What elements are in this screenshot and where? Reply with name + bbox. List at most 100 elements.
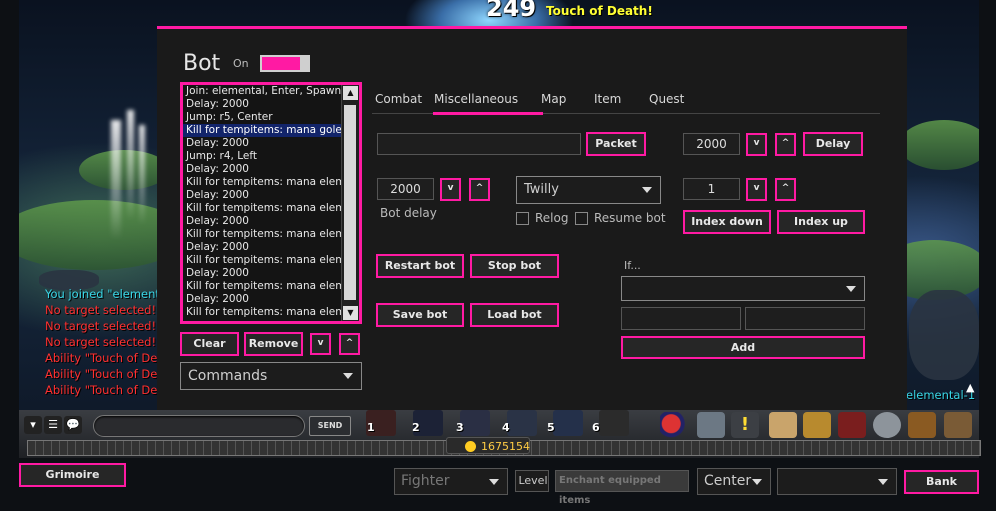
- tab-miscellaneous[interactable]: Miscellaneous: [434, 92, 518, 106]
- inventory-icon[interactable]: [697, 412, 725, 438]
- skill-slot-5[interactable]: [553, 410, 583, 436]
- resume-bot-checkbox[interactable]: [575, 212, 588, 225]
- scroll-down-arrow-icon[interactable]: ▼: [343, 306, 358, 320]
- command-item[interactable]: Kill for tempitems: mana eleme: [183, 228, 344, 241]
- enchant-equipped-button[interactable]: Enchant equipped items: [555, 470, 689, 506]
- command-item[interactable]: Delay: 2000: [183, 98, 344, 111]
- quest-icon[interactable]: !: [731, 412, 759, 438]
- command-item[interactable]: Kill for tempitems: mana eleme: [183, 280, 344, 293]
- command-list[interactable]: Join: elemental, Enter, Spawn Delay: 2000…: [180, 82, 362, 324]
- class-select[interactable]: Fighter: [394, 468, 508, 495]
- command-item[interactable]: Jump: r5, Center: [183, 111, 344, 124]
- chat-line: Ability "Touch of Dea: [45, 351, 160, 365]
- chat-log: You joined "element No target selected! …: [45, 286, 160, 398]
- save-bot-button[interactable]: Save bot: [376, 303, 464, 327]
- move-down-button[interactable]: v: [310, 333, 331, 355]
- bot-delay-down-button[interactable]: v: [440, 178, 461, 201]
- move-up-button[interactable]: ^: [339, 333, 360, 355]
- delay-down-button[interactable]: v: [746, 133, 767, 156]
- bot-on-toggle[interactable]: [260, 55, 310, 72]
- command-item[interactable]: Delay: 2000: [183, 189, 344, 202]
- chat-line: Ability "Touch of Dea: [45, 367, 160, 381]
- delay-input[interactable]: 2000: [683, 133, 740, 155]
- position-select-value: Center: [704, 473, 752, 489]
- command-item[interactable]: Kill for tempitems: mana eleme: [183, 176, 344, 189]
- floating-island: [899, 120, 979, 170]
- settings-gear-icon[interactable]: [873, 412, 901, 438]
- relog-checkbox[interactable]: [516, 212, 529, 225]
- commands-dropdown-value: Commands: [188, 368, 268, 384]
- command-item[interactable]: Jump: r4, Left: [183, 150, 344, 163]
- floating-island: [79, 150, 169, 190]
- tab-combat[interactable]: Combat: [375, 92, 422, 106]
- chest-icon[interactable]: [908, 412, 936, 438]
- delay-up-button[interactable]: ^: [775, 133, 796, 156]
- command-item[interactable]: Kill for tempitems: mana eleme: [183, 254, 344, 267]
- bot-select[interactable]: Twilly: [516, 176, 661, 204]
- house-icon[interactable]: [803, 412, 831, 438]
- level-button[interactable]: Level: [515, 470, 549, 492]
- if-select[interactable]: [621, 276, 865, 301]
- position-select[interactable]: Center: [697, 468, 771, 495]
- skill-slot-3[interactable]: [460, 410, 490, 436]
- command-item[interactable]: Kill for tempitems: mana eleme: [183, 306, 344, 319]
- scroll-up-arrow-icon[interactable]: ▲: [343, 86, 358, 100]
- command-item[interactable]: Kill for tempitems: mana eleme: [183, 202, 344, 215]
- chat-input[interactable]: [93, 415, 305, 437]
- heart-icon[interactable]: [660, 412, 688, 438]
- command-item[interactable]: Delay: 2000: [183, 163, 344, 176]
- index-up-button[interactable]: Index up: [777, 210, 865, 234]
- index-down-button[interactable]: Index down: [683, 210, 771, 234]
- bot-on-label: On: [233, 57, 249, 70]
- skill-slot-6[interactable]: [599, 410, 629, 436]
- packet-button[interactable]: Packet: [586, 132, 646, 156]
- command-item[interactable]: Delay: 2000: [183, 267, 344, 280]
- grimoire-button[interactable]: Grimoire: [19, 463, 126, 487]
- command-item[interactable]: Delay: 2000: [183, 293, 344, 306]
- if-value-input-1[interactable]: [621, 307, 741, 330]
- scroll-thumb[interactable]: [344, 105, 356, 300]
- command-item[interactable]: Delay: 2000: [183, 215, 344, 228]
- bot-delay-up-button[interactable]: ^: [469, 178, 490, 201]
- chat-bubble-icon[interactable]: 💬: [64, 416, 82, 434]
- if-value-input-2[interactable]: [745, 307, 865, 330]
- remove-button[interactable]: Remove: [244, 332, 303, 356]
- tab-map[interactable]: Map: [541, 92, 566, 106]
- backpack-icon[interactable]: [944, 412, 972, 438]
- index-spinner-up-button[interactable]: ^: [775, 178, 796, 201]
- light-beam: [127, 110, 134, 220]
- packet-input[interactable]: [377, 133, 581, 155]
- chevron-down-icon: [642, 187, 652, 193]
- index-input[interactable]: 1: [683, 178, 740, 200]
- chat-line: No target selected!: [45, 303, 157, 317]
- command-item[interactable]: Join: elemental, Enter, Spawn: [183, 85, 344, 98]
- command-item[interactable]: Delay: 2000: [183, 137, 344, 150]
- book-icon[interactable]: [838, 412, 866, 438]
- chevron-down-icon: [489, 478, 499, 485]
- send-button[interactable]: SEND: [309, 416, 351, 436]
- skill-slot-4[interactable]: [507, 410, 537, 436]
- light-beam: [139, 125, 145, 225]
- skill-number: 1: [367, 421, 375, 434]
- command-list-scrollbar[interactable]: ▲ ▼: [341, 85, 359, 321]
- index-spinner-down-button[interactable]: v: [746, 178, 767, 201]
- tab-item[interactable]: Item: [594, 92, 621, 106]
- skill-number: 6: [592, 421, 600, 434]
- command-item[interactable]: Kill for tempitems: mana golem: [183, 124, 344, 137]
- bank-button[interactable]: Bank: [904, 470, 979, 494]
- command-item[interactable]: Delay: 2000: [183, 241, 344, 254]
- add-button[interactable]: Add: [621, 336, 865, 359]
- menu-icon[interactable]: ☰: [44, 416, 62, 434]
- commands-dropdown[interactable]: Commands: [180, 362, 362, 390]
- extra-select[interactable]: [777, 468, 897, 495]
- player-name: elemental-1: [906, 388, 976, 402]
- caret-down-icon[interactable]: ▾: [24, 416, 42, 434]
- tab-quest[interactable]: Quest: [649, 92, 684, 106]
- delay-button[interactable]: Delay: [803, 132, 863, 156]
- clear-button[interactable]: Clear: [180, 332, 239, 356]
- character-icon[interactable]: [769, 412, 797, 438]
- restart-bot-button[interactable]: Restart bot: [376, 254, 464, 278]
- load-bot-button[interactable]: Load bot: [470, 303, 559, 327]
- bot-delay-input[interactable]: 2000: [377, 178, 434, 200]
- stop-bot-button[interactable]: Stop bot: [470, 254, 559, 278]
